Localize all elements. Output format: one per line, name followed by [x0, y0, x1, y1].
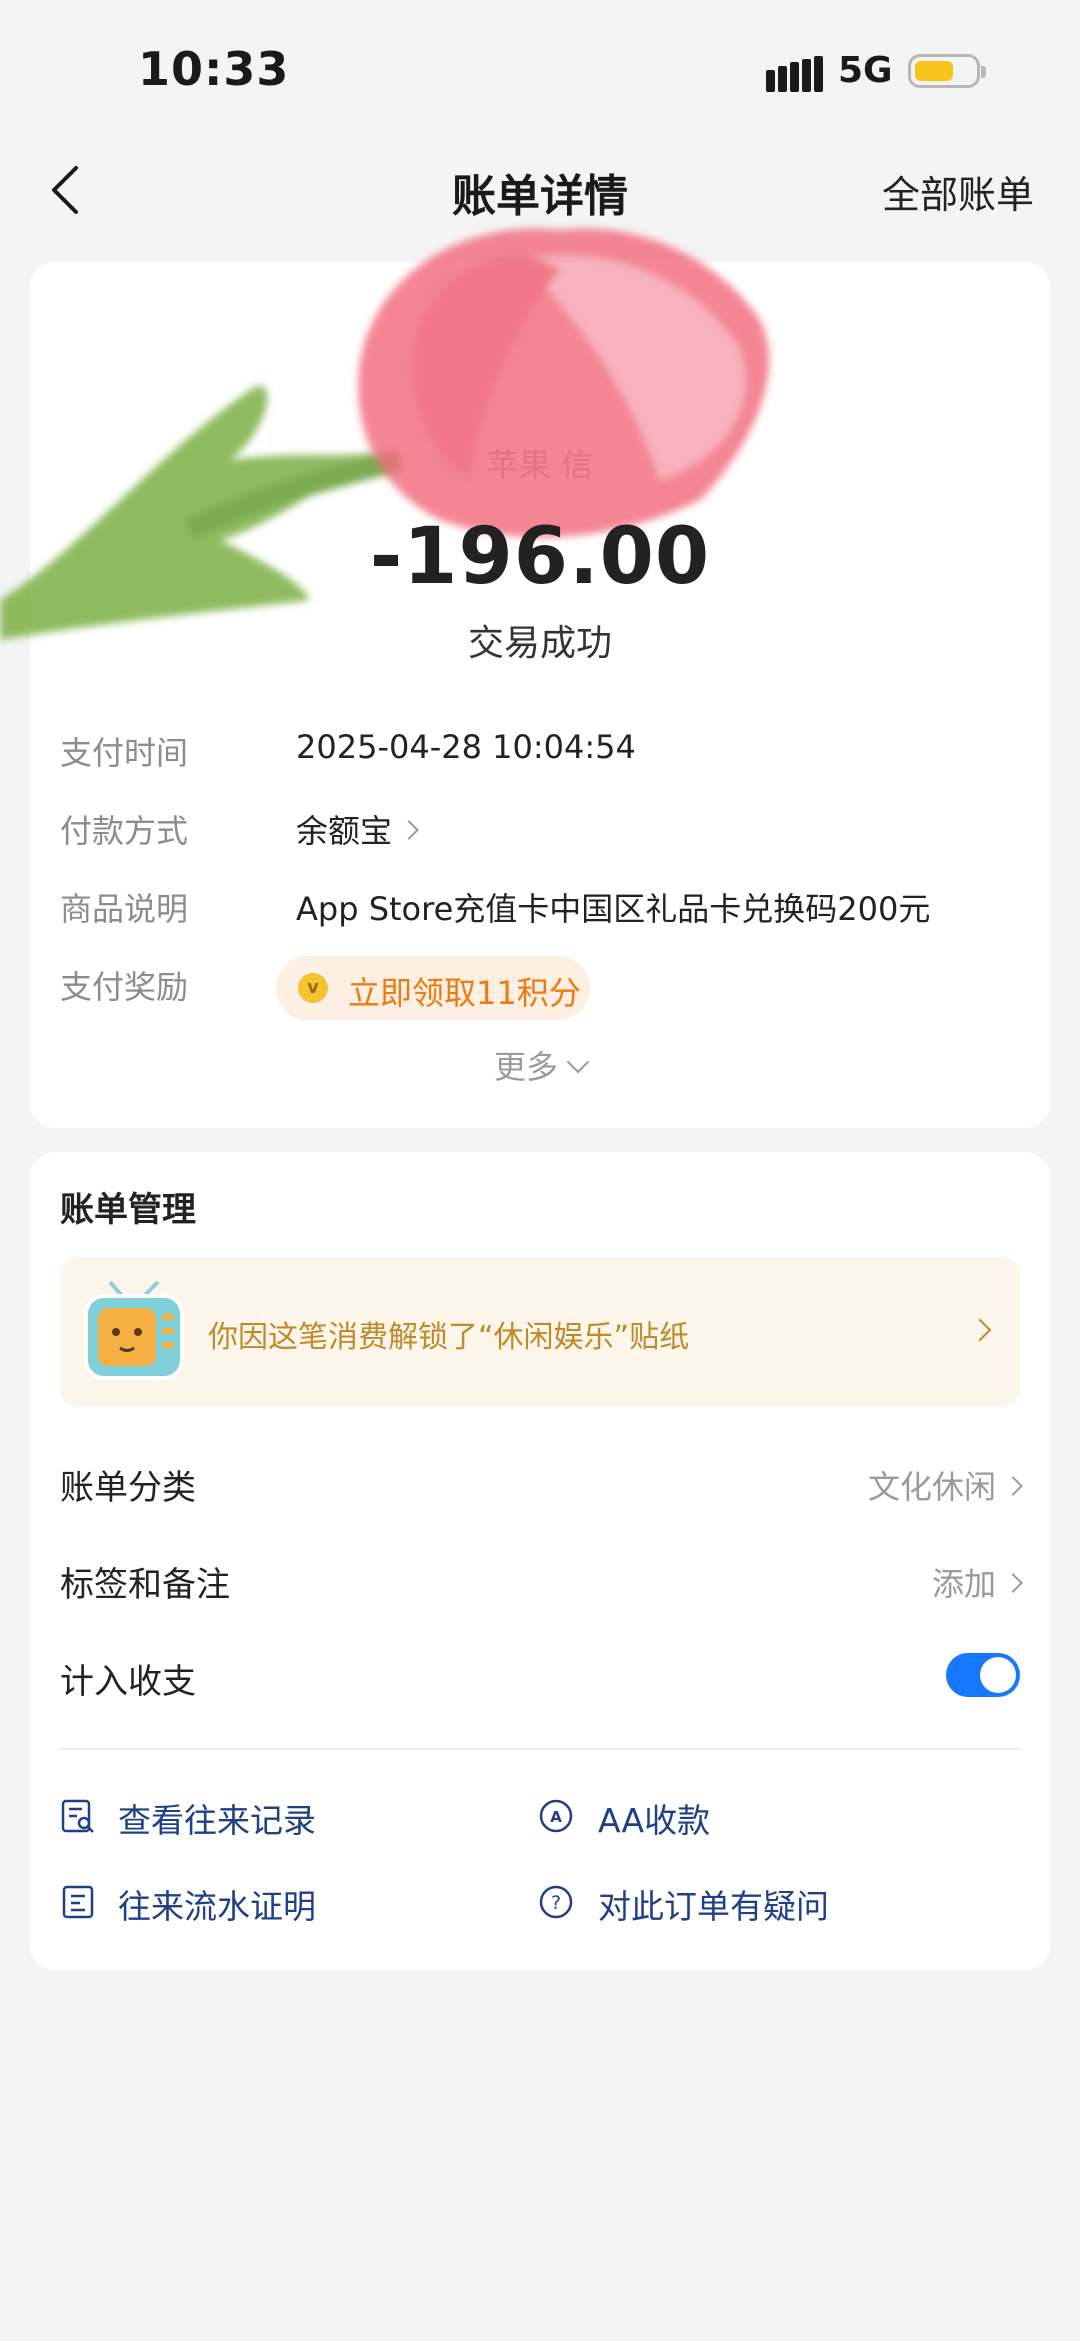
- points-coin-icon: v: [298, 973, 328, 1003]
- product-desc-label: 商品说明: [60, 890, 189, 928]
- chevron-down-icon: [566, 1050, 590, 1074]
- signal-icon: [766, 56, 823, 92]
- view-records-button[interactable]: 查看往来记录: [118, 1794, 316, 1842]
- network-type: 5G: [838, 50, 893, 91]
- count-in-budget-toggle[interactable]: [946, 1653, 1020, 1697]
- question-icon: ?: [539, 1885, 573, 1919]
- pay-method-value[interactable]: 余额宝: [296, 806, 419, 852]
- tags-notes-label: 标签和备注: [60, 1565, 230, 1605]
- bill-category-text: 文化休闲: [867, 1468, 996, 1506]
- flow-proof-button[interactable]: 往来流水证明: [118, 1880, 316, 1928]
- document-icon: [62, 1885, 94, 1919]
- pay-method-text: 余额宝: [296, 812, 393, 850]
- toggle-knob: [980, 1657, 1016, 1693]
- order-question-button[interactable]: 对此订单有疑问: [598, 1880, 829, 1928]
- pay-method-label: 付款方式: [60, 812, 189, 850]
- all-bills-link[interactable]: 全部账单: [882, 164, 1034, 219]
- more-label: 更多: [493, 1048, 558, 1086]
- section-title: 账单管理: [60, 1190, 196, 1230]
- divider: [60, 1748, 1020, 1750]
- pay-reward-label: 支付奖励: [60, 968, 189, 1006]
- product-desc-value: App Store充值卡中国区礼品卡兑换码200元: [296, 890, 931, 928]
- tags-notes-value[interactable]: 添加: [931, 1559, 1023, 1605]
- aa-icon: A: [539, 1799, 573, 1833]
- sticker-banner[interactable]: 你因这笔消费解锁了“休闲娱乐”贴纸: [60, 1258, 1020, 1406]
- claim-points-button[interactable]: v 立即领取11积分: [276, 956, 590, 1020]
- claim-points-label: 立即领取11积分: [348, 974, 581, 1012]
- more-button[interactable]: 更多: [0, 1042, 1080, 1088]
- svg-text:A: A: [550, 1808, 562, 1826]
- transaction-status: 交易成功: [467, 623, 612, 664]
- svg-text:?: ?: [551, 1892, 561, 1914]
- tv-sticker-icon: [84, 1280, 184, 1380]
- battery-icon: [908, 54, 986, 88]
- pay-time-value: 2025-04-28 10:04:54: [296, 728, 636, 766]
- pay-time-label: 支付时间: [60, 734, 189, 772]
- bill-category-value[interactable]: 文化休闲: [867, 1462, 1023, 1508]
- aa-collect-button[interactable]: AA收款: [598, 1794, 710, 1842]
- bill-amount: -196.00: [369, 512, 711, 602]
- status-bar: 10:33 5G: [0, 0, 1080, 150]
- chevron-right-icon: [1003, 1476, 1023, 1496]
- chevron-right-icon: [399, 820, 419, 840]
- tulip-doodle: [0, 228, 770, 640]
- chevron-right-icon: [1003, 1573, 1023, 1593]
- status-time: 10:33: [138, 42, 290, 96]
- chevron-right-icon: [968, 1318, 992, 1342]
- bill-category-label: 账单分类: [60, 1468, 196, 1508]
- record-search-icon: [61, 1799, 94, 1833]
- count-in-budget-label: 计入收支: [60, 1662, 196, 1702]
- sticker-text: 你因这笔消费解锁了“休闲娱乐”贴纸: [208, 1320, 690, 1355]
- tags-notes-text: 添加: [931, 1565, 996, 1603]
